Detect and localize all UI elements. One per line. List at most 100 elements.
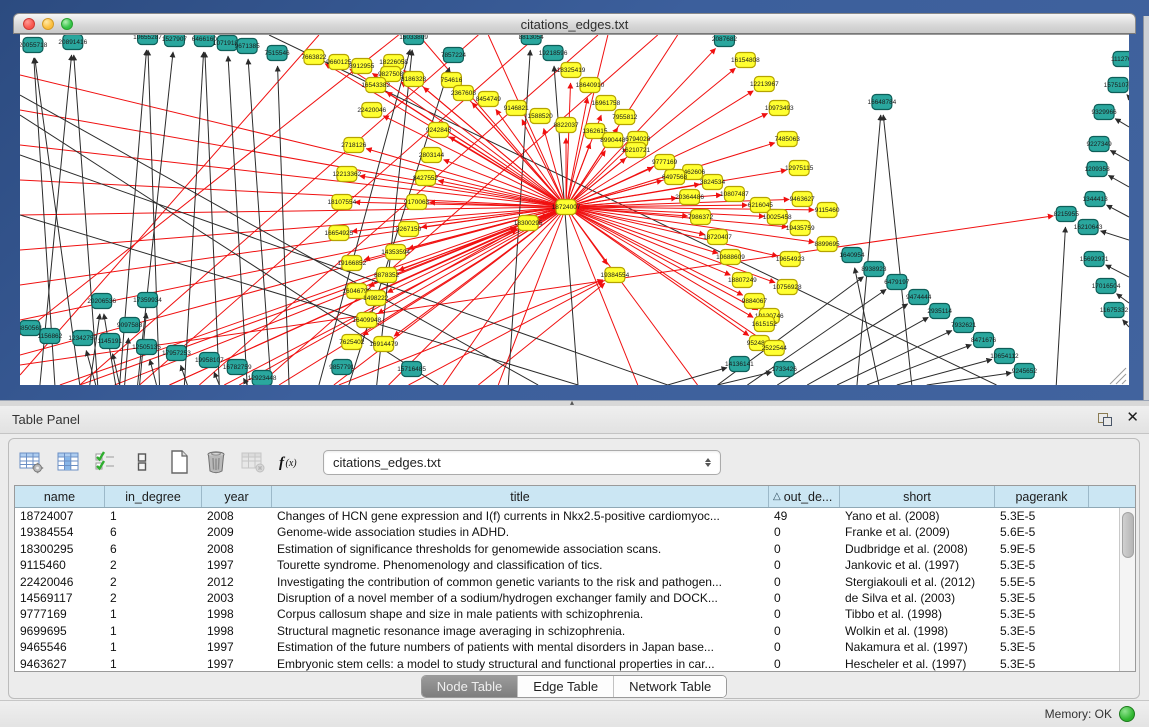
graph-node[interactable]: 20206536	[87, 294, 116, 309]
graph-node[interactable]: 7625402	[339, 335, 365, 350]
graph-node[interactable]: 2522544	[762, 341, 788, 356]
table-cell[interactable]: Tourette syndrome. Phenomenology and cla…	[272, 557, 769, 573]
table-cell[interactable]: 5.3E-5	[995, 557, 1089, 573]
graph-node[interactable]: 16154808	[731, 53, 760, 68]
column-header-name[interactable]: name	[15, 486, 105, 507]
graph-node[interactable]: 1733426	[772, 362, 798, 377]
graph-edge[interactable]	[927, 373, 1012, 385]
table-cell[interactable]: 1	[105, 656, 202, 672]
graph-node[interactable]: 1527907	[162, 35, 188, 47]
table-cell[interactable]: 9465546	[15, 639, 105, 655]
table-row[interactable]: 1872400712008Changes of HCN gene express…	[15, 508, 1120, 524]
graph-node[interactable]: 14353594	[381, 245, 410, 260]
table-cell[interactable]: 1	[105, 508, 202, 524]
graph-node[interactable]: 2935114	[927, 304, 952, 319]
table-cell[interactable]: 9115460	[15, 557, 105, 573]
graph-node[interactable]: 18325419	[557, 63, 586, 78]
table-cell[interactable]: 5.3E-5	[995, 606, 1089, 622]
graph-node[interactable]: 6497568	[662, 170, 688, 185]
graph-node[interactable]: 1209358	[1085, 162, 1111, 177]
table-cell[interactable]: 0	[769, 590, 840, 606]
graph-node[interactable]: 15692971	[1080, 252, 1109, 267]
graph-node[interactable]: 10025458	[763, 210, 792, 225]
table-settings-icon[interactable]	[17, 448, 45, 476]
table-cell[interactable]: Estimation of the future numbers of pati…	[272, 639, 769, 655]
table-cell[interactable]: 2012	[202, 574, 272, 590]
graph-node[interactable]: 1156862	[38, 329, 63, 344]
graph-node[interactable]: 12213362	[332, 167, 361, 182]
graph-edge[interactable]	[248, 59, 271, 385]
graph-node[interactable]: 15751074	[1104, 78, 1129, 93]
graph-node[interactable]: 7485063	[775, 132, 801, 147]
graph-node[interactable]: 9857791	[329, 360, 355, 375]
table-cell[interactable]: 2008	[202, 508, 272, 524]
table-cell[interactable]: Jankovic et al. (1997)	[840, 557, 995, 573]
graph-node[interactable]: 6479197	[884, 275, 910, 290]
table-cell[interactable]: 5.3E-5	[995, 656, 1089, 672]
graph-node[interactable]: 12342757	[68, 331, 97, 346]
graph-node[interactable]: 12213967	[750, 77, 779, 92]
graph-edge[interactable]	[205, 52, 219, 385]
graph-edge[interactable]	[554, 66, 578, 385]
graph-node[interactable]: 1145191	[97, 334, 122, 349]
table-cell[interactable]: 18724007	[15, 508, 105, 524]
graph-node[interactable]: 8427552	[413, 171, 439, 186]
table-cell[interactable]: 18300295	[15, 541, 105, 557]
function-builder-icon[interactable]: f(x)	[276, 448, 304, 476]
graph-edge[interactable]	[90, 314, 100, 385]
table-cell[interactable]: 1998	[202, 623, 272, 639]
graph-node[interactable]: 16210643	[1074, 220, 1103, 235]
table-row[interactable]: 946362711997Embryonic stem cells: a mode…	[15, 656, 1120, 672]
graph-edge[interactable]	[1123, 320, 1129, 327]
tab-node-table[interactable]: Node Table	[422, 676, 519, 697]
graph-edge[interactable]	[148, 50, 160, 385]
table-cell[interactable]: Investigating the contribution of common…	[272, 574, 769, 590]
table-cell[interactable]: de Silva et al. (2003)	[840, 590, 995, 606]
table-cell[interactable]: 0	[769, 606, 840, 622]
table-cell[interactable]: 9777169	[15, 606, 105, 622]
row-height-icon[interactable]	[128, 448, 156, 476]
window-titlebar[interactable]: citations_edges.txt	[13, 13, 1136, 34]
graph-node[interactable]: 12975115	[785, 161, 814, 176]
table-cell[interactable]: 22420046	[15, 574, 105, 590]
table-cell[interactable]: Genome-wide association studies in ADHD.	[272, 524, 769, 540]
graph-node[interactable]: 9463627	[790, 192, 816, 207]
graph-node[interactable]: 10654112	[990, 349, 1019, 364]
delete-attributes-icon[interactable]	[202, 448, 230, 476]
table-cell[interactable]: 14569117	[15, 590, 105, 606]
table-cell[interactable]: 0	[769, 541, 840, 557]
memory-status-indicator[interactable]	[1119, 706, 1135, 722]
table-row[interactable]: 977716911998Corpus callosum shape and si…	[15, 606, 1120, 622]
graph-edge[interactable]	[566, 207, 778, 256]
graph-edge[interactable]	[478, 283, 604, 385]
graph-node[interactable]: 17016504	[1092, 279, 1121, 294]
table-cell[interactable]: Stergiakouli et al. (2012)	[840, 574, 995, 590]
graph-node[interactable]: 20891416	[58, 35, 87, 50]
graph-edge[interactable]	[1116, 294, 1129, 303]
float-window-icon[interactable]	[1098, 410, 1114, 426]
graph-node[interactable]: 19435759	[786, 221, 815, 236]
table-cell[interactable]: 0	[769, 623, 840, 639]
graph-edge[interactable]	[1110, 150, 1129, 161]
graph-node[interactable]: 9660125	[326, 55, 352, 70]
graph-edge[interactable]	[1056, 227, 1065, 385]
graph-edge[interactable]	[1100, 231, 1129, 240]
graph-edge[interactable]	[224, 207, 566, 385]
column-header-year[interactable]: year	[202, 486, 272, 507]
graph-node[interactable]: 7955812	[612, 110, 638, 125]
table-cell[interactable]: 6	[105, 524, 202, 540]
table-cell[interactable]: Franke et al. (2009)	[840, 524, 995, 540]
column-header-title[interactable]: title	[272, 486, 769, 507]
table-cell[interactable]: 1997	[202, 557, 272, 573]
tab-network-table[interactable]: Network Table	[614, 676, 726, 697]
table-cell[interactable]: Corpus callosum shape and size in male p…	[272, 606, 769, 622]
table-cell[interactable]: 6	[105, 541, 202, 557]
graph-edge[interactable]	[20, 207, 566, 355]
graph-edge[interactable]	[1115, 119, 1129, 127]
column-header-pagerank[interactable]: pagerank	[995, 486, 1089, 507]
table-cell[interactable]: 1997	[202, 639, 272, 655]
graph-edge[interactable]	[883, 115, 912, 385]
table-cell[interactable]: 2	[105, 574, 202, 590]
table-cell[interactable]: 1997	[202, 656, 272, 672]
graph-node[interactable]: 1640954	[839, 248, 865, 263]
